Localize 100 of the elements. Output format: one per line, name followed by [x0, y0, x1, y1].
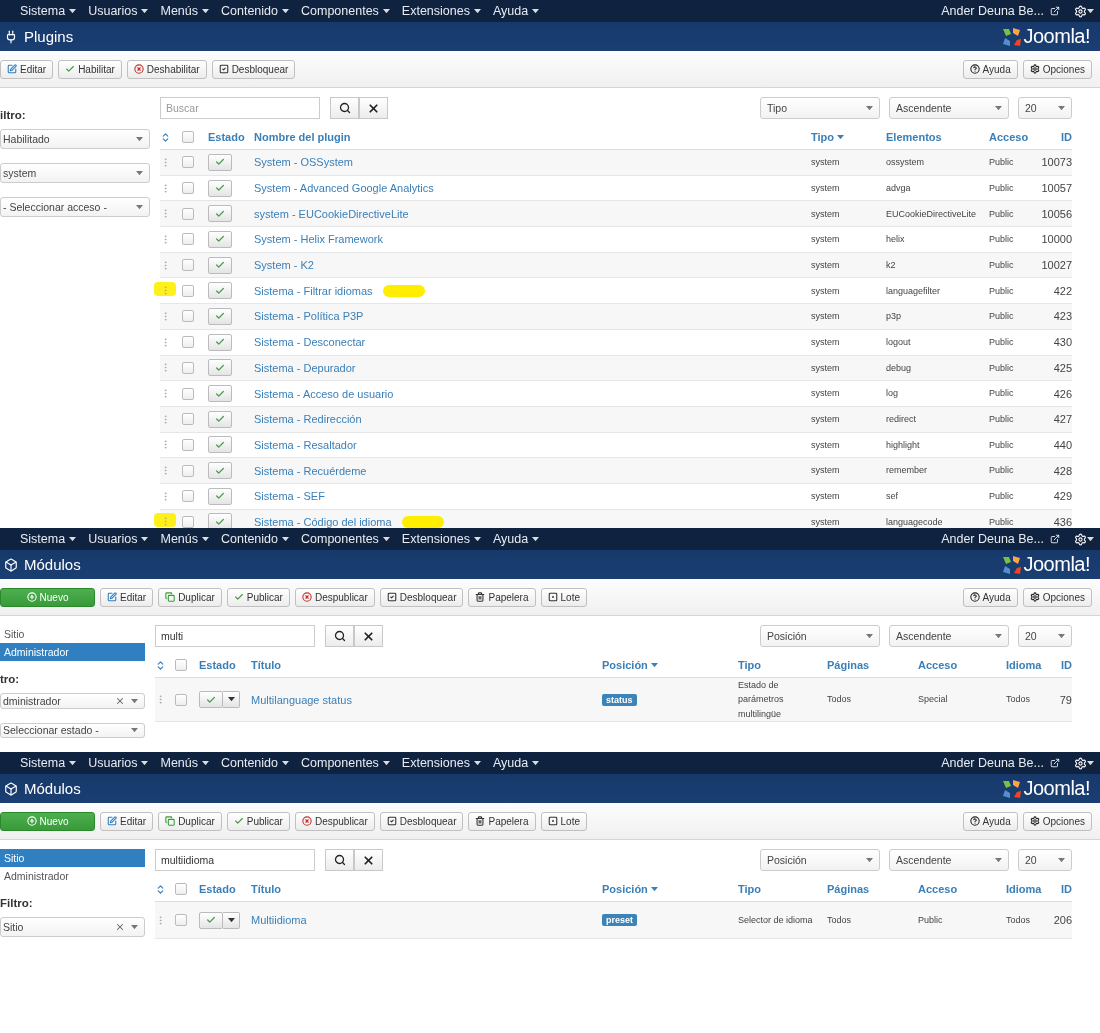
column-header[interactable]: Acceso	[918, 659, 958, 671]
column-header[interactable]: Estado	[199, 659, 236, 671]
menu-item[interactable]: Contenido	[221, 4, 289, 18]
menu-item[interactable]: Menús	[160, 756, 209, 770]
published-toggle[interactable]	[208, 359, 232, 377]
clear-icon[interactable]	[115, 695, 125, 706]
settings-icon[interactable]	[1074, 532, 1087, 546]
search-button[interactable]	[330, 97, 359, 119]
menu-item[interactable]: Extensiones	[401, 4, 481, 18]
published-toggle[interactable]	[199, 911, 223, 929]
user-menu[interactable]: Ander Deuna Be...	[941, 756, 1060, 770]
column-header[interactable]: Idioma	[1006, 883, 1042, 895]
unlock-button[interactable]: Desbloquear	[211, 59, 296, 79]
sidebar-item[interactable]: Sitio	[0, 625, 145, 643]
title-link[interactable]: Sistema - Resaltador	[254, 438, 357, 451]
row-checkbox[interactable]	[182, 387, 194, 400]
menu-item[interactable]: Sistema	[20, 4, 77, 18]
row-checkbox[interactable]	[182, 464, 194, 477]
actions-dropdown[interactable]	[223, 691, 240, 709]
settings-icon[interactable]	[1074, 756, 1087, 770]
menu-item[interactable]: Componentes	[301, 4, 390, 18]
row-checkbox[interactable]	[182, 336, 194, 349]
sort-select[interactable]: Posición	[760, 849, 880, 871]
column-header[interactable]: Acceso	[918, 883, 958, 895]
title-link[interactable]: Sistema - Código del idioma	[254, 515, 392, 528]
row-checkbox[interactable]	[182, 515, 194, 528]
column-header[interactable]: Páginas	[827, 883, 870, 895]
sort-select[interactable]: 20	[1018, 625, 1072, 647]
sidebar-item[interactable]: Sitio	[0, 849, 145, 867]
column-header[interactable]: Estado	[199, 883, 236, 895]
disable-button[interactable]: Despublicar	[294, 811, 375, 831]
menu-item[interactable]: Usuarios	[88, 756, 149, 770]
sort-select[interactable]: Ascendente	[889, 849, 1009, 871]
edit-button[interactable]: Editar	[100, 811, 154, 831]
published-toggle[interactable]	[208, 462, 232, 480]
select-all-checkbox[interactable]	[175, 883, 187, 895]
title-link[interactable]: System - Helix Framework	[254, 233, 383, 246]
column-header[interactable]: ID	[1061, 659, 1072, 671]
filter-select[interactable]: Habilitado	[0, 129, 150, 149]
edit-button[interactable]: Editar	[100, 587, 154, 607]
copy-button[interactable]: Duplicar	[158, 587, 222, 607]
filter-select[interactable]: Sitio	[0, 917, 145, 937]
search-field[interactable]: Buscar	[160, 97, 320, 119]
settings-icon[interactable]	[1074, 4, 1087, 18]
filter-select[interactable]: Seleccionar estado -	[0, 722, 145, 738]
sidebar-item[interactable]: Administrador	[0, 643, 145, 661]
column-header[interactable]: Páginas	[827, 659, 870, 671]
published-toggle[interactable]	[208, 436, 232, 454]
search-button[interactable]	[325, 625, 354, 647]
row-checkbox[interactable]	[182, 259, 194, 272]
sort-icon[interactable]	[155, 883, 166, 895]
published-toggle[interactable]	[208, 307, 232, 325]
column-header[interactable]: Idioma	[1006, 659, 1042, 671]
actions-dropdown[interactable]	[223, 911, 240, 929]
user-menu[interactable]: Ander Deuna Be...	[941, 532, 1060, 546]
published-toggle[interactable]	[208, 410, 232, 428]
title-link[interactable]: System - OSSystem	[254, 156, 354, 169]
published-toggle[interactable]	[208, 333, 232, 351]
row-checkbox[interactable]	[182, 490, 194, 503]
select-all-checkbox[interactable]	[175, 659, 187, 671]
help-button[interactable]: Ayuda	[962, 59, 1018, 79]
filter-select[interactable]: - Seleccionar acceso -	[0, 197, 150, 217]
filter-select[interactable]: dministrador	[0, 693, 145, 709]
menu-item[interactable]: Componentes	[301, 756, 390, 770]
menu-item[interactable]: Extensiones	[401, 532, 481, 546]
help-button[interactable]: Ayuda	[962, 587, 1018, 607]
disable-button[interactable]: Deshabilitar	[126, 59, 207, 79]
column-header[interactable]: ID	[1061, 131, 1072, 143]
menu-item[interactable]: Componentes	[301, 532, 390, 546]
sort-select[interactable]: Ascendente	[889, 625, 1009, 647]
title-link[interactable]: Sistema - Recuérdeme	[254, 464, 367, 477]
row-checkbox[interactable]	[175, 693, 187, 706]
enable-button[interactable]: Publicar	[226, 811, 290, 831]
title-link[interactable]: Sistema - Política P3P	[254, 310, 364, 323]
options-button[interactable]: Opciones	[1022, 587, 1092, 607]
published-toggle[interactable]	[208, 205, 232, 223]
row-checkbox[interactable]	[182, 438, 194, 451]
clear-icon[interactable]	[115, 922, 125, 932]
title-link[interactable]: Sistema - Acceso de usuario	[254, 387, 394, 400]
help-button[interactable]: Ayuda	[962, 811, 1018, 831]
row-checkbox[interactable]	[182, 361, 194, 374]
enable-button[interactable]: Publicar	[226, 587, 290, 607]
filter-select[interactable]: system	[0, 163, 150, 183]
unlock-button[interactable]: Desbloquear	[379, 811, 464, 831]
row-checkbox[interactable]	[182, 182, 194, 195]
published-toggle[interactable]	[208, 256, 232, 274]
clear-button[interactable]	[354, 625, 383, 647]
column-header[interactable]: ID	[1061, 883, 1072, 895]
trash-button[interactable]: Papelera	[468, 811, 536, 831]
column-header[interactable]: Elementos	[886, 131, 942, 143]
row-checkbox[interactable]	[182, 284, 194, 297]
menu-item[interactable]: Menús	[160, 4, 209, 18]
disable-button[interactable]: Despublicar	[294, 587, 375, 607]
sort-select[interactable]: 20	[1018, 97, 1072, 119]
column-header[interactable]: Tipo	[738, 883, 761, 895]
menu-item[interactable]: Ayuda	[492, 532, 540, 546]
menu-item[interactable]: Sistema	[20, 756, 77, 770]
title-link[interactable]: System - K2	[254, 259, 314, 272]
sort-select[interactable]: Ascendente	[889, 97, 1009, 119]
row-checkbox[interactable]	[182, 233, 194, 246]
